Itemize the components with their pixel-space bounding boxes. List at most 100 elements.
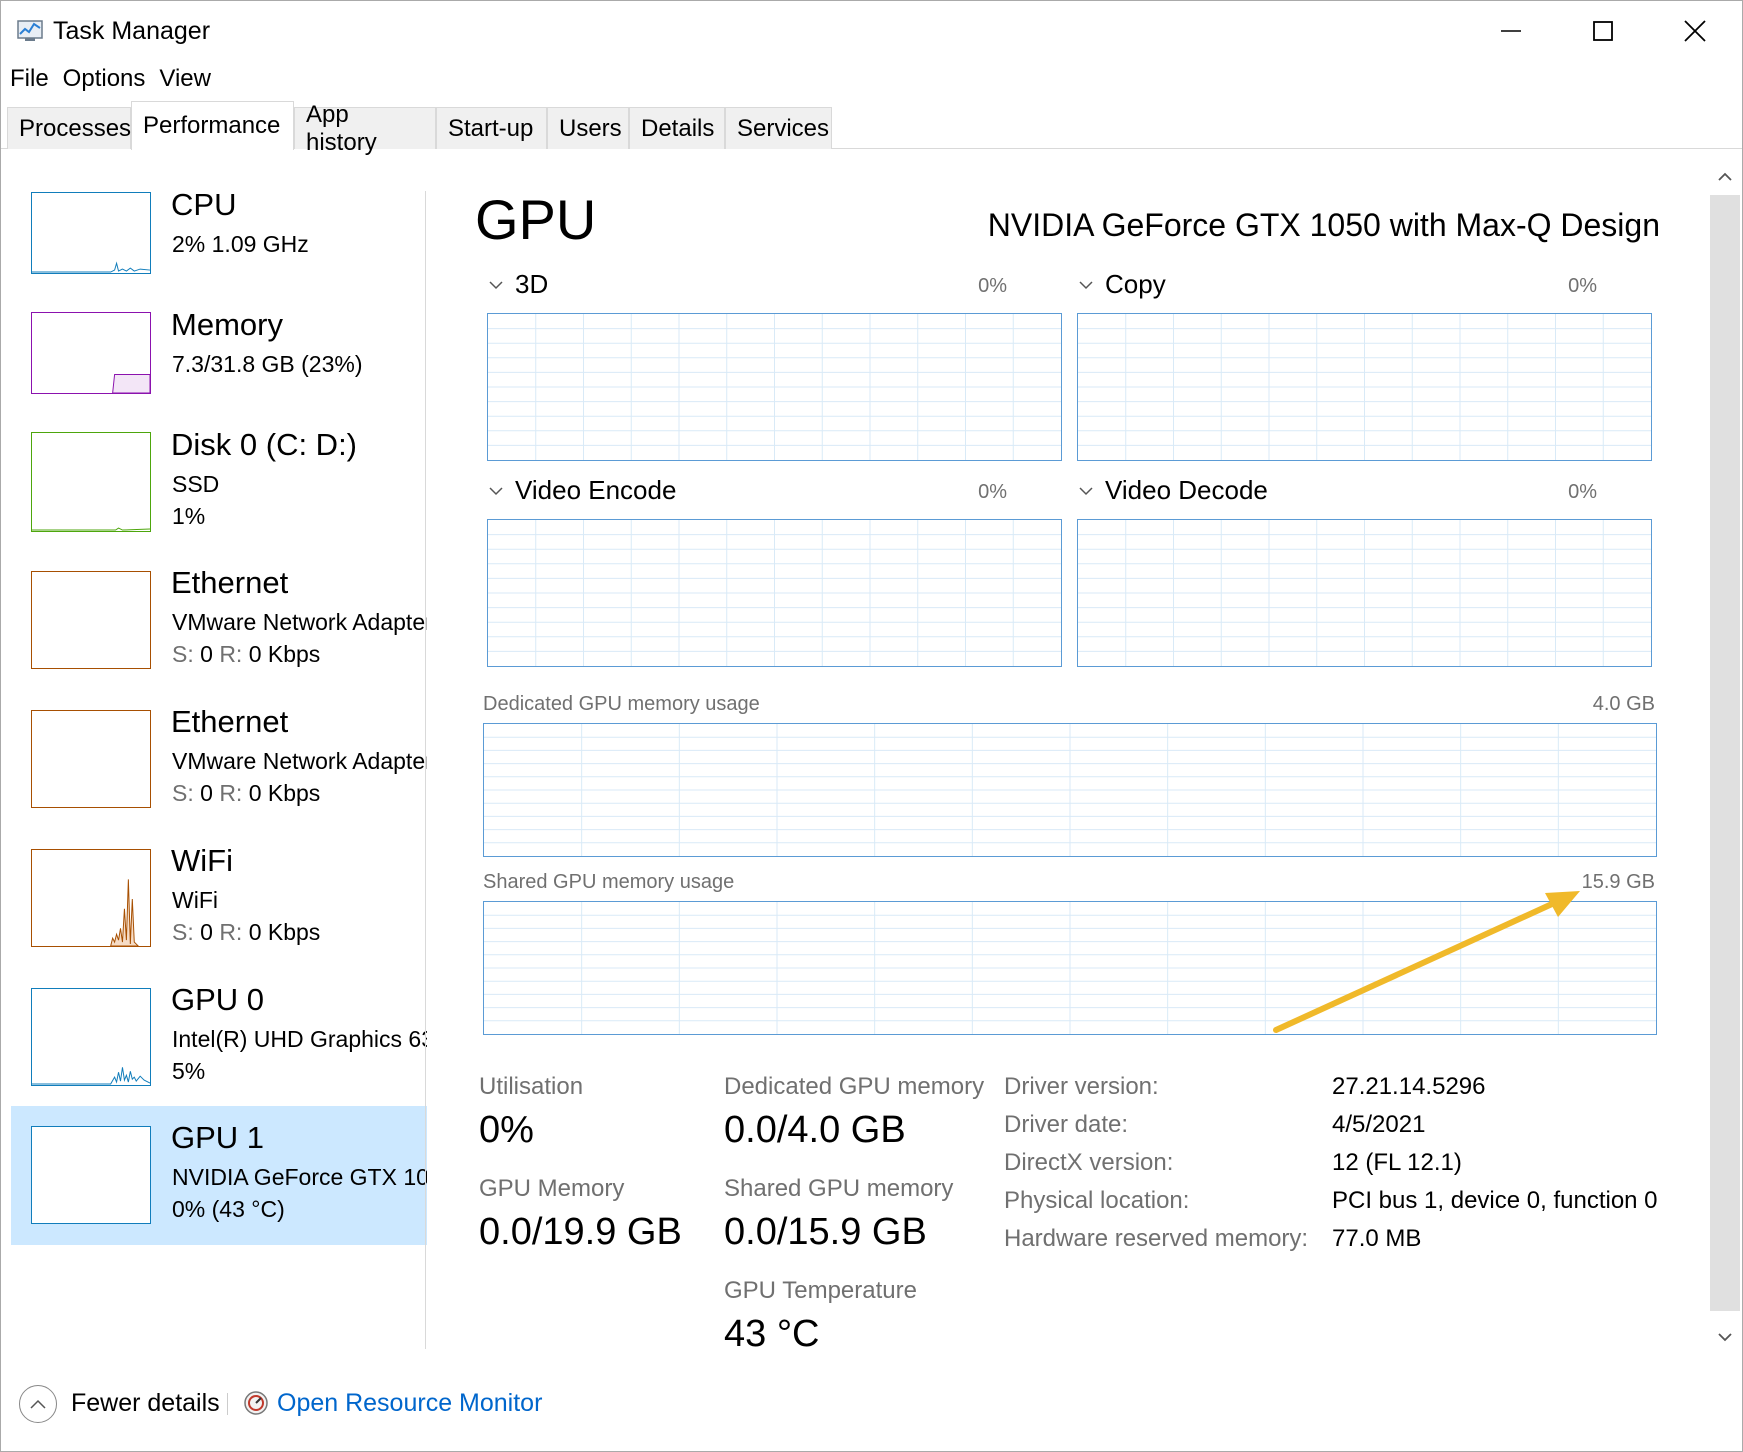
- sidebar-item-memory[interactable]: Memory 7.3/31.8 GB (23%): [11, 299, 427, 435]
- gpu-memory-label: GPU Memory: [479, 1175, 625, 1202]
- driver-date-key: Driver date:: [1004, 1111, 1129, 1138]
- task-manager-app-icon: [17, 20, 43, 41]
- ethernet-1-thumbnail-graph: [31, 571, 151, 669]
- gpu-memory-value: 0.0/19.9 GB: [479, 1211, 682, 1253]
- menu-view[interactable]: View: [159, 63, 211, 99]
- engine-video-encode-selector[interactable]: Video Encode: [489, 475, 676, 506]
- open-resource-monitor-link[interactable]: Open Resource Monitor: [277, 1389, 542, 1418]
- engine-video-encode-grid: [488, 520, 1061, 666]
- sidebar-item-ethernet-1[interactable]: Ethernet VMware Network Adapter S: 0 R: …: [11, 559, 427, 695]
- shared-memory-label: Shared GPU memory: [724, 1175, 954, 1202]
- engine-copy-grid: [1078, 314, 1651, 460]
- chevron-down-icon: [489, 486, 503, 495]
- physical-location-value: PCI bus 1, device 0, function 0: [1332, 1187, 1658, 1214]
- tab-startup[interactable]: Start-up: [436, 107, 547, 149]
- menu-file[interactable]: File: [10, 63, 49, 99]
- hardware-reserved-memory-value: 77.0 MB: [1332, 1225, 1422, 1252]
- gpu-temperature-label: GPU Temperature: [724, 1277, 917, 1304]
- close-button[interactable]: [1649, 1, 1741, 61]
- chevron-up-icon: [1718, 172, 1732, 181]
- sidebar-memory-title: Memory: [171, 307, 283, 342]
- gpu-1-thumbnail-graph: [31, 1126, 151, 1224]
- engine-video-decode-percent: 0%: [1568, 481, 1597, 503]
- sidebar-cpu-title: CPU: [171, 187, 237, 222]
- sidebar-item-wifi[interactable]: WiFi WiFi S: 0 R: 0 Kbps: [11, 837, 427, 973]
- sidebar-ethernet-1-title: Ethernet: [171, 565, 289, 600]
- sidebar-ethernet-1-throughput: S: 0 R: 0 Kbps: [172, 641, 321, 667]
- sidebar-item-ethernet-2[interactable]: Ethernet VMware Network Adapter S: 0 R: …: [11, 698, 427, 834]
- sidebar-divider: [425, 191, 426, 1349]
- chevron-down-icon: [489, 280, 503, 289]
- fewer-details-link[interactable]: Fewer details: [71, 1389, 220, 1418]
- sidebar-gpu-0-title: GPU 0: [171, 982, 265, 1017]
- memory-thumbnail-graph: [31, 312, 151, 394]
- minimize-button[interactable]: [1465, 1, 1557, 61]
- vertical-scrollbar[interactable]: [1708, 159, 1742, 1355]
- engine-video-decode-grid: [1078, 520, 1651, 666]
- dedicated-memory-chart-max: 4.0 GB: [1592, 693, 1655, 715]
- fewer-details-button[interactable]: [19, 1385, 57, 1423]
- tab-processes[interactable]: Processes: [7, 107, 131, 149]
- sidebar-item-cpu[interactable]: CPU 2% 1.09 GHz: [11, 179, 427, 315]
- sidebar-wifi-title: WiFi: [171, 843, 233, 878]
- gpu-temperature-value: 43 °C: [724, 1313, 820, 1355]
- dedicated-memory-grid: [484, 724, 1656, 856]
- scroll-thumb[interactable]: [1710, 195, 1740, 1311]
- tab-performance[interactable]: Performance: [131, 101, 294, 150]
- sidebar-gpu-1-usage: 0% (43 °C): [172, 1196, 285, 1222]
- resource-monitor-icon: [244, 1391, 268, 1415]
- chevron-up-icon: [30, 1399, 46, 1409]
- shared-memory-graph: [483, 901, 1657, 1035]
- minimize-icon: [1501, 30, 1521, 32]
- menu-options[interactable]: Options: [63, 63, 146, 99]
- gpu-detail-panel: GPU NVIDIA GeForce GTX 1050 with Max-Q D…: [441, 151, 1706, 1361]
- scroll-up-button[interactable]: [1708, 161, 1742, 193]
- tab-services[interactable]: Services: [725, 107, 832, 149]
- tab-bar: Processes Performance App history Start-…: [1, 101, 1742, 156]
- chevron-down-icon: [1079, 280, 1093, 289]
- engine-video-decode-selector[interactable]: Video Decode: [1079, 475, 1268, 506]
- maximize-icon: [1593, 21, 1613, 41]
- sidebar-wifi-adapter: WiFi: [172, 887, 218, 913]
- directx-version-key: DirectX version:: [1004, 1149, 1174, 1176]
- shared-memory-value: 0.0/15.9 GB: [724, 1211, 927, 1253]
- window-title: Task Manager: [53, 17, 211, 45]
- tab-details[interactable]: Details: [629, 107, 725, 149]
- engine-copy-label: Copy: [1105, 269, 1166, 299]
- engine-3d-selector[interactable]: 3D: [489, 269, 548, 300]
- sidebar-item-gpu-1[interactable]: GPU 1 NVIDIA GeForce GTX 1050 with Max-Q…: [11, 1106, 427, 1245]
- ethernet-2-thumbnail-graph: [31, 710, 151, 808]
- cpu-thumbnail-graph: [31, 192, 151, 274]
- engine-copy-percent: 0%: [1568, 275, 1597, 297]
- engine-video-encode-graph: [487, 519, 1062, 667]
- sidebar-ethernet-2-title: Ethernet: [171, 704, 289, 739]
- sidebar-memory-usage: 7.3/31.8 GB (23%): [172, 351, 363, 377]
- performance-sidebar: CPU 2% 1.09 GHz Memory 7.3/31.8 GB (23%)…: [11, 179, 427, 1349]
- sidebar-disk-title: Disk 0 (C: D:): [171, 427, 357, 462]
- sidebar-disk-type: SSD: [172, 471, 220, 497]
- chevron-down-icon: [1718, 1333, 1732, 1342]
- engine-video-encode-label: Video Encode: [515, 475, 677, 505]
- footer-separator: [227, 1393, 228, 1415]
- shared-memory-chart-label: Shared GPU memory usage: [483, 871, 735, 893]
- utilisation-label: Utilisation: [479, 1073, 584, 1100]
- engine-copy-selector[interactable]: Copy: [1079, 269, 1166, 300]
- close-icon: [1684, 20, 1706, 42]
- scroll-down-button[interactable]: [1708, 1321, 1742, 1353]
- engine-video-decode-label: Video Decode: [1105, 475, 1268, 505]
- driver-version-key: Driver version:: [1004, 1073, 1159, 1100]
- shared-memory-grid: [484, 902, 1656, 1034]
- title-bar: Task Manager: [1, 1, 1742, 63]
- sidebar-item-gpu-0[interactable]: GPU 0 Intel(R) UHD Graphics 630 5%: [11, 976, 427, 1112]
- tab-users[interactable]: Users: [547, 107, 629, 149]
- maximize-button[interactable]: [1557, 1, 1649, 61]
- footer-bar: Fewer details Open Resource Monitor: [1, 1375, 1742, 1435]
- sidebar-ethernet-2-throughput: S: 0 R: 0 Kbps: [172, 780, 321, 806]
- sidebar-gpu-1-name: NVIDIA GeForce GTX 1050 with Max-Q Desig…: [172, 1164, 427, 1190]
- dedicated-memory-label: Dedicated GPU memory: [724, 1073, 985, 1100]
- sidebar-item-disk[interactable]: Disk 0 (C: D:) SSD 1%: [11, 419, 427, 555]
- tab-app-history[interactable]: App history: [294, 101, 436, 156]
- dedicated-memory-graph: [483, 723, 1657, 857]
- engine-3d-percent: 0%: [978, 275, 1007, 297]
- physical-location-key: Physical location:: [1004, 1187, 1190, 1214]
